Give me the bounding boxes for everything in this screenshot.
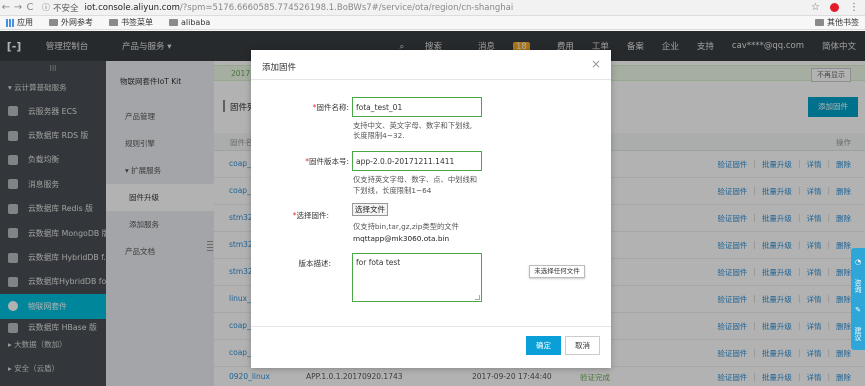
version-description-label: 版本描述: [298, 259, 331, 268]
url-host: iot.console.aliyun.com [84, 2, 180, 13]
browser-address-bar: ← → C ⓘ 不安全 iot.console.aliyun.com /?spm… [0, 0, 865, 16]
url-path: /?spm=5176.6660585.774526198.1.BoBWs7#/s… [179, 2, 514, 13]
firmware-version-label: *固件版本号: [259, 156, 349, 167]
label-text: 固件版本号: [308, 157, 349, 166]
bookmark-label: 应用 [17, 18, 33, 27]
folder-icon [169, 19, 178, 26]
firmware-name-hint-2: 长度限制4~32. [353, 131, 405, 140]
back-icon[interactable]: ← [0, 2, 12, 13]
resize-handle-icon[interactable] [475, 295, 480, 300]
browser-menu-icon[interactable]: ⋮ [849, 2, 859, 13]
feedback-side-tab[interactable]: ◔ 咨询 ✎ 建议 [851, 248, 865, 350]
firmware-version-input[interactable]: app-2.0.0-20171211.1411 [352, 151, 482, 171]
bookmark-label: 其他书签 [827, 18, 859, 27]
other-bookmarks[interactable]: 其他书签 [815, 17, 859, 28]
label-text: 选择固件: [296, 211, 329, 220]
bookmark-label: 书签菜单 [121, 18, 153, 27]
bookmark-star-icon[interactable]: ☆ [811, 2, 820, 13]
dialog-footer-divider [251, 326, 611, 327]
cancel-button[interactable]: 取消 [565, 336, 600, 355]
bookmark-apps[interactable]: 应用 [6, 17, 33, 28]
apps-icon [6, 18, 14, 27]
suggest-label: 建议 [854, 326, 862, 341]
firmware-version-hint-2: 下划线，长度限制1~64 [353, 186, 432, 195]
version-description-textarea[interactable]: for fota test [352, 253, 482, 302]
consult-label: 咨询 [854, 278, 862, 293]
selected-file-name: mqttapp@mk3060.ota.bin [353, 234, 450, 243]
dialog-title: 添加固件 [262, 63, 297, 73]
firmware-name-input[interactable]: fota_test_01 [352, 97, 482, 117]
choose-file-button[interactable]: 选择文件 [352, 203, 388, 216]
firmware-name-label: *固件名称: [259, 102, 349, 113]
dialog-divider [251, 79, 611, 80]
textarea-value: for fota test [356, 258, 401, 267]
add-firmware-dialog: 添加固件 × *固件名称: fota_test_01 支持中文、英文字母、数字和… [251, 50, 611, 368]
bookmark-folder[interactable]: 书签菜单 [109, 17, 153, 28]
file-type-hint: 仅支持bin,tar,gz,zip类型的文件 [353, 222, 459, 231]
folder-icon [109, 19, 118, 26]
folder-icon [815, 19, 824, 26]
bookmarks-bar: 应用 外网参考 书签菜单 alibaba 其他书签 [0, 16, 865, 30]
no-file-selected-tooltip: 未选择任何文件 [529, 265, 585, 278]
label-text: 固件名称: [316, 103, 349, 112]
consult-icon: ◔ [854, 257, 862, 266]
firmware-version-hint-1: 仅支持英文字母、数字、点、中划线和 [353, 175, 478, 184]
confirm-button[interactable]: 确定 [526, 336, 561, 355]
bookmark-label: 外网参考 [61, 18, 93, 27]
info-icon: ⓘ [42, 3, 50, 12]
folder-icon [49, 19, 58, 26]
opera-icon[interactable] [830, 3, 839, 12]
bookmark-label: alibaba [181, 18, 211, 27]
reload-icon[interactable]: C [24, 2, 36, 13]
feedback-icon: ✎ [854, 305, 862, 314]
forward-icon[interactable]: → [12, 2, 24, 13]
bookmark-folder[interactable]: alibaba [169, 18, 210, 27]
close-icon[interactable]: × [591, 57, 601, 71]
url-field[interactable]: ⓘ 不安全 iot.console.aliyun.com /?spm=5176.… [42, 2, 513, 14]
security-label: 不安全 [53, 3, 79, 14]
bookmark-folder[interactable]: 外网参考 [49, 17, 93, 28]
firmware-file-label: *选择固件: [239, 210, 329, 221]
